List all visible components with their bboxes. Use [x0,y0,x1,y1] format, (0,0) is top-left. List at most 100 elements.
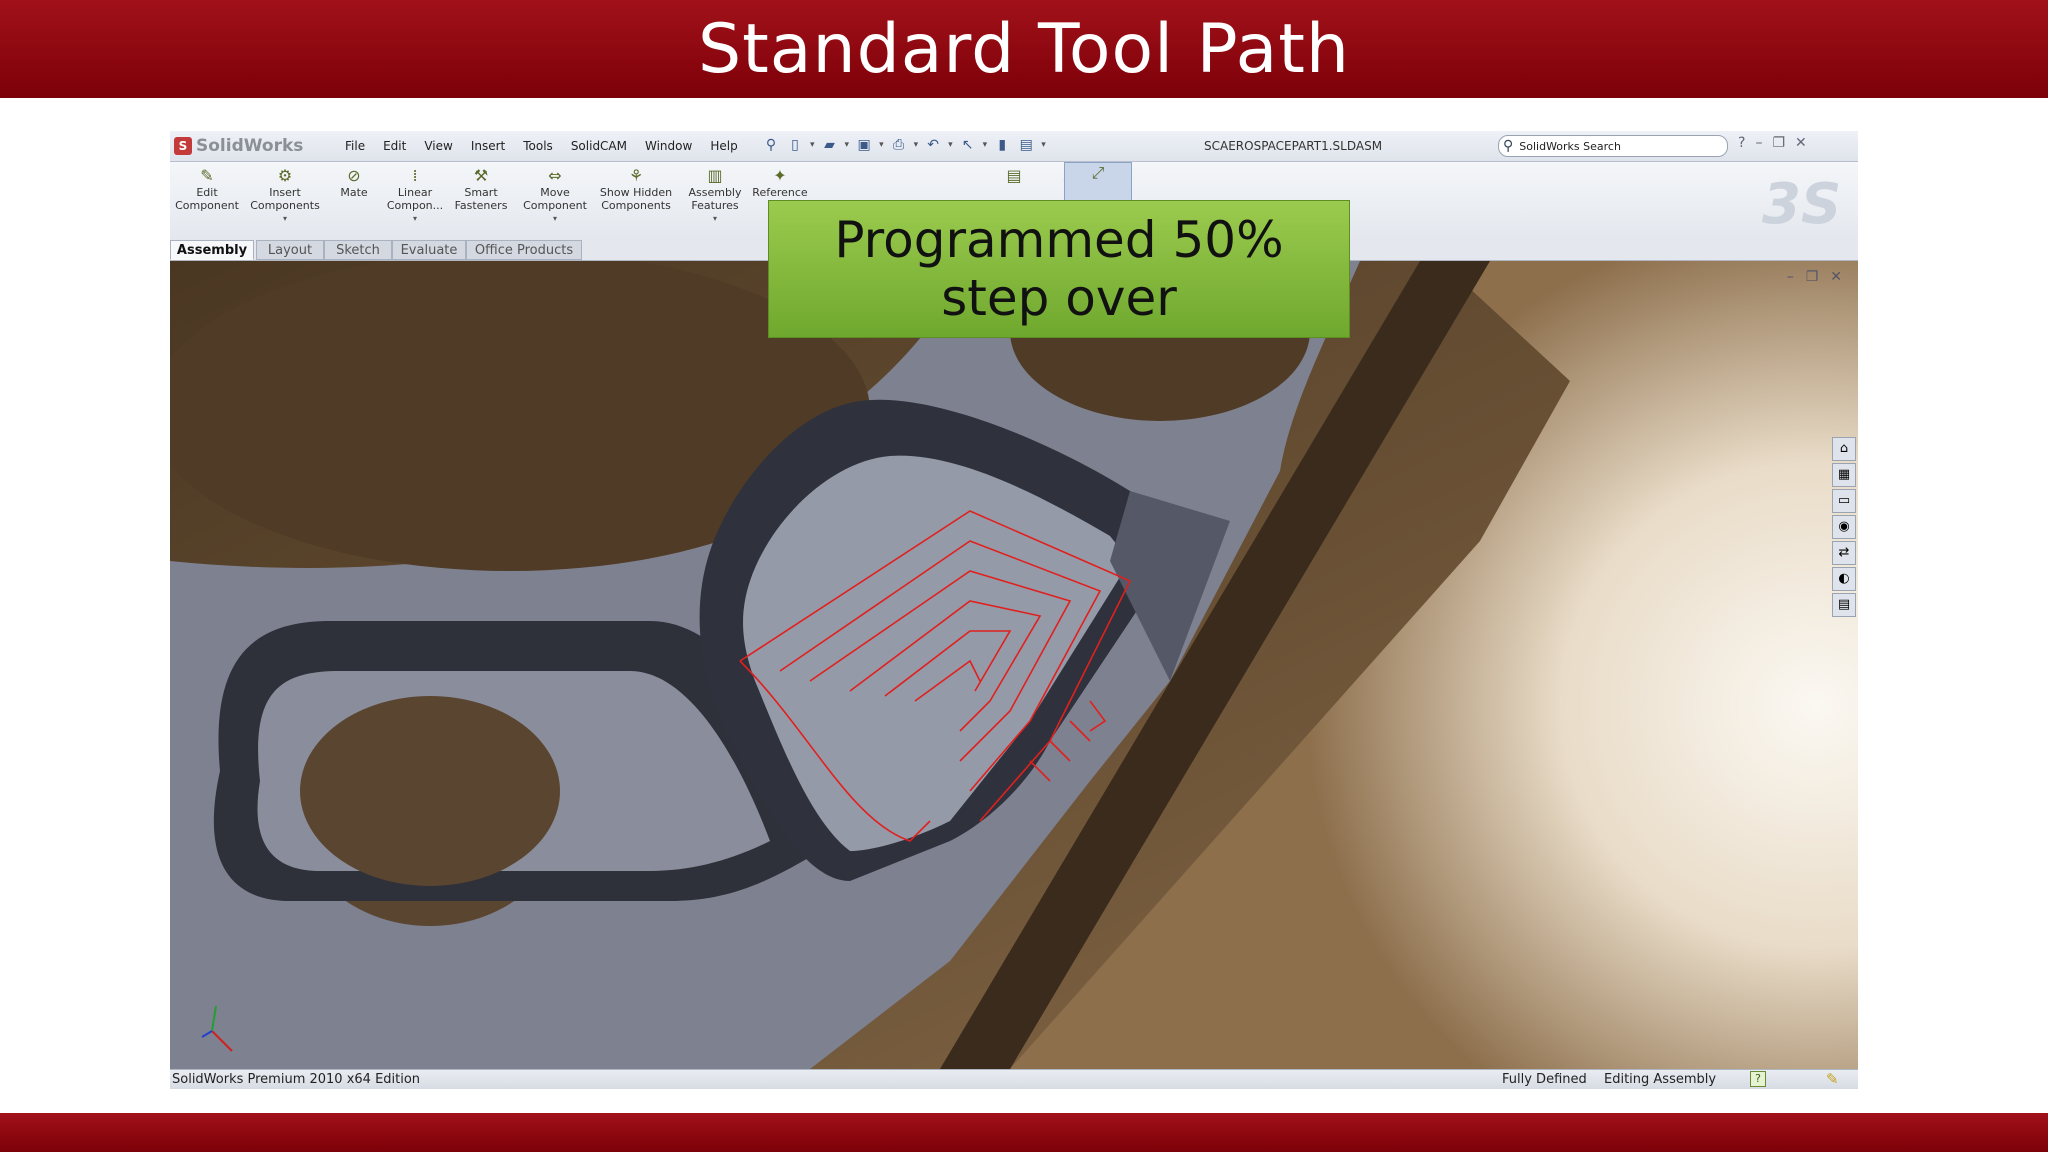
menu-window[interactable]: Window [636,139,701,153]
bill-of-materials-icon: ▤ [1006,166,1022,185]
viewport-close-icon[interactable]: ✕ [1830,269,1842,285]
menu-solidcam[interactable]: SolidCAM [562,139,636,153]
tab-assembly[interactable]: Assembly [170,240,254,260]
select-pointer-icon[interactable]: ↖ [959,136,977,154]
print-icon[interactable]: ⎙ [890,136,908,154]
mate-icon: ⊘ [347,166,361,185]
new-document-icon[interactable]: ▯ [786,136,804,154]
show-hidden-icon: ⚘ [628,166,644,185]
file-explorer-icon[interactable]: ▭ [1832,489,1856,513]
definition-status: Fully Defined [1502,1072,1587,1087]
quick-access-toolbar: ⚲ ▯ ▾ ▰ ▾ ▣ ▾ ⎙ ▾ ↶ ▾ ↖ ▾ ▮ ▤ ▾ [762,136,1046,154]
print-dropdown-icon[interactable]: ▾ [914,140,919,150]
insert-components-button[interactable]: ⚙ Insert Components ▾ [250,166,320,223]
save-icon[interactable]: ▣ [855,136,873,154]
menu-file[interactable]: File [336,139,374,153]
edit-component-button[interactable]: ✎ Edit Component [172,166,242,212]
viewport-minimize-icon[interactable]: – [1787,269,1794,285]
tab-layout[interactable]: Layout [256,240,324,260]
command-label: Mate [340,186,368,199]
open-dropdown-icon[interactable]: ▾ [845,140,850,150]
search-input[interactable]: SolidWorks Search [1519,140,1621,153]
appearances-icon[interactable]: ⇄ [1832,541,1856,565]
slide-title-banner: Standard Tool Path [0,0,2048,98]
linear-pattern-button[interactable]: ⁞ Linear Compon... ▾ [380,166,450,223]
options-icon[interactable]: ▤ [1017,136,1035,154]
graphics-viewport[interactable]: – ❐ ✕ ⌂ ▦ ▭ ◉ ⇄ ◐ ▤ [170,241,1858,1069]
assembly-features-icon: ▥ [707,166,723,185]
mode-status: Editing Assembly [1604,1072,1717,1087]
undo-dropdown-icon[interactable]: ▾ [948,140,953,150]
task-pane-tabs: ⌂ ▦ ▭ ◉ ⇄ ◐ ▤ [1832,437,1856,617]
mate-button[interactable]: ⊘ Mate [326,166,382,199]
pin-icon[interactable]: ⚲ [762,136,780,154]
ds-watermark-logo: 3S [1762,172,1842,237]
3d-part-scene [170,241,1858,1069]
design-library-icon[interactable]: ▦ [1832,463,1856,487]
command-label: Insert Components [250,186,320,212]
move-component-button[interactable]: ⇔ Move Component ▾ [518,166,592,223]
document-title: SCAEROSPACEPART1.SLDASM [1204,139,1383,153]
main-menu: File Edit View Insert Tools SolidCAM Win… [336,131,747,161]
search-icon[interactable]: ⚲ [1503,138,1513,154]
smart-fasteners-button[interactable]: ⚒ Smart Fasteners [446,166,516,212]
command-label: Assembly Features [688,186,742,212]
undo-icon[interactable]: ↶ [924,136,942,154]
help-icon[interactable]: ? [1738,135,1745,151]
options-dropdown-icon[interactable]: ▾ [1041,140,1046,150]
command-label: Linear Compon... [386,186,444,212]
solidworks-logo-icon: S [174,137,192,155]
slide-footer-banner [0,1113,2048,1152]
smart-fasteners-icon: ⚒ [473,166,489,185]
rebuild-icon[interactable]: ▮ [993,136,1011,154]
quick-tips-icon[interactable]: ? [1750,1071,1766,1087]
edit-component-icon: ✎ [200,166,214,185]
command-label: Move Component [523,186,587,212]
assembly-features-button[interactable]: ▥ Assembly Features ▾ [678,166,752,223]
viewport-window-controls: – ❐ ✕ [1787,269,1842,285]
menu-insert[interactable]: Insert [462,139,514,153]
insert-components-icon: ⚙ [277,166,293,185]
search-box[interactable]: ⚲ SolidWorks Search [1498,135,1728,157]
open-folder-icon[interactable]: ▰ [821,136,839,154]
menu-view[interactable]: View [415,139,461,153]
pencil-icon[interactable]: ✎ [1826,1070,1839,1088]
linear-pattern-icon: ⁞ [412,166,418,185]
show-hidden-components-button[interactable]: ⚘ Show Hidden Components [596,166,676,212]
viewport-restore-icon[interactable]: ❐ [1806,269,1819,285]
window-controls: ? – ❐ ✕ [1738,135,1807,151]
callout-line-2: step over [941,269,1177,327]
command-label: Edit Component [175,186,239,212]
move-component-icon: ⇔ [548,166,562,185]
close-icon[interactable]: ✕ [1795,135,1807,151]
chevron-down-icon[interactable]: ▾ [713,214,717,223]
tab-office-products[interactable]: Office Products [466,240,582,260]
slide-title: Standard Tool Path [697,9,1351,89]
chevron-down-icon[interactable]: ▾ [413,214,417,223]
reference-geometry-icon: ✦ [773,166,787,185]
custom-properties-icon[interactable]: ▤ [1832,593,1856,617]
command-label: Show Hidden Components [599,186,673,212]
menu-tools[interactable]: Tools [514,139,562,153]
restore-icon[interactable]: ❐ [1772,135,1785,151]
command-label: Smart Fasteners [454,186,508,212]
app-logo: S SolidWorks [174,136,303,156]
chevron-down-icon[interactable]: ▾ [553,214,557,223]
scenes-icon[interactable]: ◐ [1832,567,1856,591]
tab-sketch[interactable]: Sketch [324,240,392,260]
minimize-icon[interactable]: – [1755,135,1762,151]
resources-icon[interactable]: ⌂ [1832,437,1856,461]
bill-of-materials-button[interactable]: ▤ [994,166,1034,186]
view-palette-icon[interactable]: ◉ [1832,515,1856,539]
save-dropdown-icon[interactable]: ▾ [879,140,884,150]
step-over-callout: Programmed 50% step over [768,200,1350,338]
menu-edit[interactable]: Edit [374,139,415,153]
instant-3d-button[interactable]: ⤢ [1064,162,1132,204]
tab-evaluate[interactable]: Evaluate [392,240,466,260]
select-dropdown-icon[interactable]: ▾ [983,140,988,150]
chevron-down-icon[interactable]: ▾ [283,214,287,223]
new-dropdown-icon[interactable]: ▾ [810,140,815,150]
menu-help[interactable]: Help [701,139,746,153]
app-brand: SolidWorks [196,136,304,156]
callout-line-1: Programmed 50% [834,211,1284,269]
